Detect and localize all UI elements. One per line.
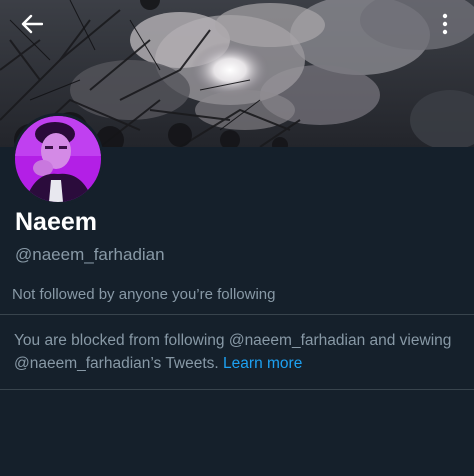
more-options-button[interactable] xyxy=(430,6,460,42)
arrow-left-icon xyxy=(21,14,43,34)
followers-you-know-note: Not followed by anyone you’re following xyxy=(12,286,276,303)
profile-page: Naeem @naeem_farhadian Not followed by a… xyxy=(0,0,474,476)
blocked-notice: You are blocked from following @naeem_fa… xyxy=(14,329,464,375)
more-vertical-icon xyxy=(442,13,448,35)
back-button[interactable] xyxy=(14,6,50,42)
user-handle: @naeem_farhadian xyxy=(15,245,165,264)
avatar-image xyxy=(15,116,101,202)
divider xyxy=(0,314,474,315)
display-name: Naeem xyxy=(15,208,97,236)
divider xyxy=(0,389,474,390)
avatar[interactable] xyxy=(12,113,104,205)
learn-more-link[interactable]: Learn more xyxy=(223,355,302,372)
